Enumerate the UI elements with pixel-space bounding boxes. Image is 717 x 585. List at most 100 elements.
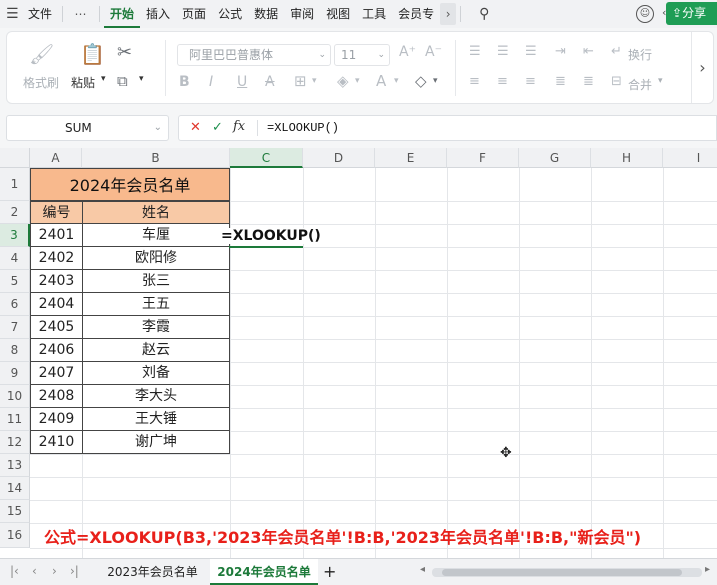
chevron-down-icon[interactable]: ▾: [312, 76, 317, 86]
row-header-10[interactable]: 10: [0, 385, 30, 408]
menu-view[interactable]: 视图: [320, 0, 356, 28]
hamburger-icon[interactable]: ☰: [0, 0, 22, 28]
chevron-down-icon[interactable]: ▾: [394, 76, 399, 86]
last-sheet-icon[interactable]: ›|: [70, 564, 79, 578]
member-id-cell[interactable]: 2408: [30, 385, 83, 408]
member-id-cell[interactable]: 2404: [30, 293, 83, 316]
menu-page[interactable]: 页面: [176, 0, 212, 28]
column-header-b[interactable]: B: [82, 148, 230, 168]
font-name-select[interactable]: 阿里巴巴普惠体 ⌄: [177, 44, 331, 66]
align-center-icon[interactable]: ≡: [497, 74, 508, 89]
member-name-cell[interactable]: 李霞: [82, 316, 230, 339]
member-name-cell[interactable]: 张三: [82, 270, 230, 293]
member-name-cell[interactable]: 李大头: [82, 385, 230, 408]
row-header-15[interactable]: 15: [0, 500, 30, 523]
distributed-icon[interactable]: ≣: [583, 74, 594, 89]
row-header-13[interactable]: 13: [0, 454, 30, 477]
column-header-e[interactable]: E: [375, 148, 447, 168]
select-all-corner[interactable]: [0, 148, 30, 168]
next-sheet-icon[interactable]: ›: [52, 564, 57, 578]
eraser-icon[interactable]: ◇: [415, 72, 427, 90]
chevron-down-icon[interactable]: ⌄: [154, 116, 162, 140]
formula-text[interactable]: =XLOOKUP(): [267, 121, 339, 135]
row-header-3[interactable]: 3: [0, 224, 30, 247]
share-button[interactable]: ⇪分享: [666, 2, 717, 25]
column-header-c[interactable]: C: [230, 148, 303, 168]
format-painter-icon[interactable]: 🖌: [29, 42, 54, 66]
menu-formula[interactable]: 公式: [212, 0, 248, 28]
row-header-11[interactable]: 11: [0, 408, 30, 431]
sheet-title-cell[interactable]: 2024年会员名单: [30, 168, 230, 201]
member-id-cell[interactable]: 2403: [30, 270, 83, 293]
paste-icon[interactable]: 📋: [80, 42, 105, 66]
strikethrough-icon[interactable]: A: [265, 74, 275, 90]
cut-icon[interactable]: ✂: [117, 42, 132, 63]
scrollbar-thumb[interactable]: [442, 569, 682, 576]
chevron-down-icon[interactable]: ▾: [658, 76, 663, 86]
menu-review[interactable]: 审阅: [284, 0, 320, 28]
menu-data[interactable]: 数据: [248, 0, 284, 28]
member-name-cell[interactable]: 刘备: [82, 362, 230, 385]
copy-icon[interactable]: ⧉: [117, 72, 128, 90]
member-id-cell[interactable]: 2409: [30, 408, 83, 431]
member-name-cell[interactable]: 欧阳修: [82, 247, 230, 270]
column-header-h[interactable]: H: [591, 148, 663, 168]
outdent-icon[interactable]: ⇤: [583, 44, 594, 59]
member-id-cell[interactable]: 2402: [30, 247, 83, 270]
menu-insert[interactable]: 插入: [140, 0, 176, 28]
align-top-icon[interactable]: ☰: [469, 44, 481, 59]
justify-icon[interactable]: ≣: [555, 74, 566, 89]
insert-function-icon[interactable]: fx: [233, 119, 245, 134]
menu-member[interactable]: 会员专: [392, 0, 440, 28]
fill-color-icon[interactable]: ◈: [337, 72, 349, 90]
add-sheet-icon[interactable]: +: [323, 562, 336, 581]
sheet-tab-2024[interactable]: 2024年会员名单: [210, 559, 318, 585]
member-name-cell[interactable]: 谢广坤: [82, 431, 230, 454]
wrap-label[interactable]: 换行: [628, 46, 652, 63]
align-bottom-icon[interactable]: ☰: [525, 44, 537, 59]
copy-dropdown-icon[interactable]: ▾: [139, 74, 144, 84]
column-header-g[interactable]: G: [519, 148, 591, 168]
wrap-icon[interactable]: ↵: [611, 44, 622, 59]
member-name-cell[interactable]: 王五: [82, 293, 230, 316]
member-id-cell[interactable]: 2405: [30, 316, 83, 339]
spreadsheet-grid[interactable]: A B C D E F G H I 1 2 3 4 5 6 7 8 9 10 1…: [0, 148, 717, 558]
column-header-a[interactable]: A: [30, 148, 82, 168]
column-header-d[interactable]: D: [303, 148, 375, 168]
menu-more-chevron-icon[interactable]: ›: [440, 3, 457, 25]
member-id-cell[interactable]: 2401: [30, 224, 83, 247]
prev-sheet-icon[interactable]: ‹: [32, 564, 37, 578]
menu-file[interactable]: 文件: [22, 0, 58, 28]
chevron-down-icon[interactable]: ▾: [355, 76, 360, 86]
align-left-icon[interactable]: ≡: [469, 74, 480, 89]
row-header-2[interactable]: 2: [0, 201, 30, 224]
more-dots-icon[interactable]: ⋯: [67, 0, 95, 28]
header-id-cell[interactable]: 编号: [30, 201, 83, 224]
horizontal-scrollbar[interactable]: [432, 568, 702, 577]
member-name-cell[interactable]: 车厘: [82, 224, 230, 247]
row-header-7[interactable]: 7: [0, 316, 30, 339]
font-size-select[interactable]: 11 ⌄: [334, 44, 390, 66]
column-header-i[interactable]: I: [663, 148, 717, 168]
cancel-icon[interactable]: ✕: [190, 120, 201, 135]
member-id-cell[interactable]: 2410: [30, 431, 83, 454]
row-header-6[interactable]: 6: [0, 293, 30, 316]
bold-icon[interactable]: B: [179, 74, 190, 90]
ribbon-next-chevron-icon[interactable]: ›: [691, 32, 713, 103]
scroll-right-icon[interactable]: ▸: [705, 564, 710, 575]
row-header-14[interactable]: 14: [0, 477, 30, 500]
merge-icon[interactable]: ⊟: [611, 74, 622, 89]
paste-dropdown-icon[interactable]: ▾: [101, 74, 106, 84]
chevron-down-icon[interactable]: ▾: [433, 76, 438, 86]
border-icon[interactable]: ⊞: [294, 72, 307, 90]
column-header-f[interactable]: F: [447, 148, 519, 168]
format-painter-label[interactable]: 格式刷: [23, 74, 59, 91]
indent-icon[interactable]: ⇥: [555, 44, 566, 59]
sheet-tab-2023[interactable]: 2023年会员名单: [100, 559, 205, 585]
align-right-icon[interactable]: ≡: [525, 74, 536, 89]
name-box[interactable]: SUM ⌄: [6, 115, 169, 141]
row-header-4[interactable]: 4: [0, 247, 30, 270]
row-header-1[interactable]: 1: [0, 168, 30, 201]
menu-home[interactable]: 开始: [104, 0, 141, 28]
decrease-font-icon[interactable]: A⁻: [425, 44, 442, 60]
